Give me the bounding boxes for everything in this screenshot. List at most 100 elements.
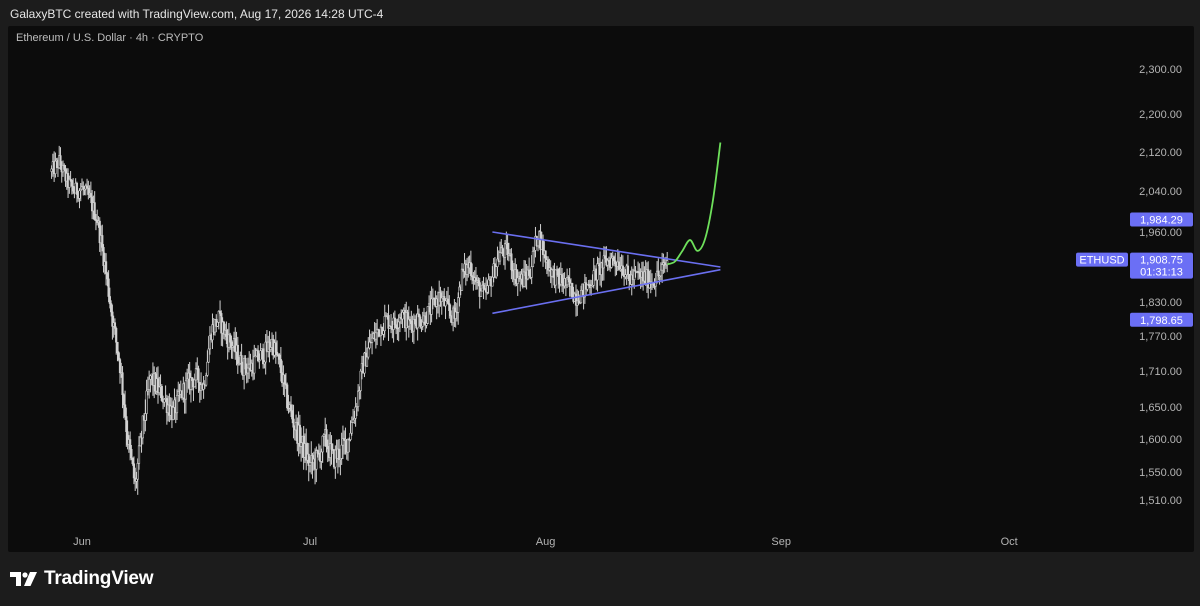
candle-body xyxy=(661,264,664,271)
candle-body xyxy=(262,348,265,365)
price-axis[interactable]: 2,300.00 2,200.00 2,120.00 2,040.00 1,960.00… xyxy=(1139,64,1182,507)
candle-29 xyxy=(87,180,90,200)
candle-411 xyxy=(571,282,574,298)
y-tick-label: 1,550.00 xyxy=(1139,467,1182,479)
candle-body xyxy=(229,334,232,343)
candle-body xyxy=(205,375,208,386)
candle-335 xyxy=(474,266,478,290)
candle-body xyxy=(444,300,447,307)
candle-165 xyxy=(259,343,262,361)
y-tick-label: 1,600.00 xyxy=(1139,434,1182,446)
candle-169 xyxy=(264,333,267,375)
candle-451 xyxy=(621,255,624,276)
candle-body xyxy=(54,160,57,174)
candle-25 xyxy=(82,181,85,196)
candle-body xyxy=(104,261,108,274)
y-tick-label: 1,710.00 xyxy=(1139,366,1182,378)
candle-body xyxy=(193,379,196,388)
resistance-price-label-text: 1,984.29 xyxy=(1140,215,1183,227)
candle-body xyxy=(78,190,81,199)
price-chart[interactable]: 2,300.00 2,200.00 2,120.00 2,040.00 1,960.00… xyxy=(8,26,1194,552)
candle-120 xyxy=(202,375,205,399)
candle-244 xyxy=(359,368,362,400)
candle-body xyxy=(117,352,120,360)
y-tick-label: 2,200.00 xyxy=(1139,109,1182,121)
candle-body xyxy=(592,270,595,286)
candle-body xyxy=(59,155,62,166)
candle-body xyxy=(93,202,96,220)
candle-body xyxy=(571,283,574,298)
candle-240 xyxy=(354,397,357,427)
candle-body xyxy=(283,374,286,385)
candle-442 xyxy=(610,252,613,269)
candle-177 xyxy=(274,331,277,364)
candle-266 xyxy=(387,304,390,341)
candle-body xyxy=(135,478,138,482)
y-tick-label: 2,300.00 xyxy=(1139,64,1182,76)
candle-body xyxy=(367,347,370,358)
candle-body xyxy=(115,328,118,343)
y-tick-label: 1,510.00 xyxy=(1139,495,1182,507)
candle-body xyxy=(557,268,560,277)
candle-body xyxy=(357,390,360,407)
candle-body xyxy=(346,438,350,453)
candle-473 xyxy=(649,269,652,294)
candle-54 xyxy=(118,357,122,384)
candle-body xyxy=(121,372,124,396)
candle-body xyxy=(414,319,417,325)
candle-body xyxy=(286,384,289,409)
y-tick-label: 1,770.00 xyxy=(1139,331,1182,343)
candle-body xyxy=(63,165,66,170)
candle-body xyxy=(410,320,413,325)
candle-body xyxy=(148,378,151,390)
candle-body xyxy=(624,274,627,278)
y-tick-label: 1,650.00 xyxy=(1139,402,1182,414)
x-tick-label: Aug xyxy=(536,536,556,548)
candle-body xyxy=(236,344,239,365)
candle-426 xyxy=(590,279,593,296)
candle-body xyxy=(85,185,89,189)
candle-body xyxy=(131,457,134,465)
time-axis[interactable]: Jun Jul Aug Sep Oct xyxy=(73,536,1018,548)
candle-body xyxy=(240,355,243,373)
candle-body xyxy=(628,273,631,282)
candle-body xyxy=(75,182,79,195)
candle-43 xyxy=(104,253,108,286)
candle-409 xyxy=(568,268,571,297)
candle-460 xyxy=(633,259,636,289)
candle-body xyxy=(144,413,147,421)
candle-body xyxy=(401,311,404,320)
candle-106 xyxy=(184,372,187,414)
candle-body xyxy=(614,260,617,265)
candle-body xyxy=(610,257,613,268)
candle-227 xyxy=(338,439,341,468)
candle-84 xyxy=(156,366,160,404)
candle-458 xyxy=(630,266,633,296)
candle-body xyxy=(446,298,450,304)
candle-body xyxy=(321,435,324,453)
candle-body xyxy=(325,429,328,447)
candle-body xyxy=(160,385,163,401)
candle-290 xyxy=(417,308,421,318)
candle-body xyxy=(259,350,262,361)
candle-body xyxy=(244,357,247,370)
candle-363 xyxy=(510,248,513,280)
x-tick-label: Jun xyxy=(73,536,91,548)
candle-body xyxy=(382,330,385,335)
candle-351 xyxy=(495,265,498,279)
candle-436 xyxy=(602,246,605,281)
candle-480 xyxy=(658,274,661,285)
chart-panel[interactable]: 2,300.00 2,200.00 2,120.00 2,040.00 1,960.00… xyxy=(8,26,1194,552)
candle-body xyxy=(218,310,222,314)
candle-87 xyxy=(160,384,163,402)
candle-body xyxy=(338,448,341,460)
candle-body xyxy=(393,317,396,326)
candle-68 xyxy=(136,458,139,495)
y-tick-label: 2,120.00 xyxy=(1139,147,1182,159)
candle-380 xyxy=(531,246,535,268)
candle-201 xyxy=(305,428,308,471)
candle-body xyxy=(510,253,513,271)
candle-body xyxy=(430,298,433,315)
candle-body xyxy=(132,463,136,479)
candle-body xyxy=(340,444,343,459)
